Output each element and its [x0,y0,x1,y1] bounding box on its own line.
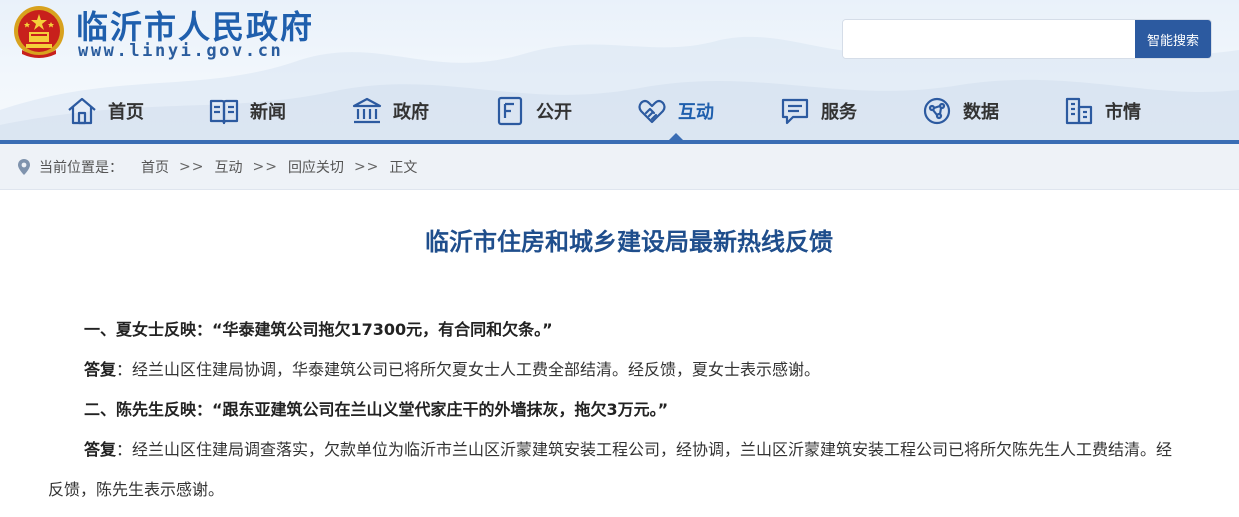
service-icon [781,98,809,125]
nav-item-home[interactable]: 首页 [66,88,144,134]
news-icon [209,99,239,125]
search-input[interactable] [843,20,1135,58]
nav-label: 市情 [1105,102,1141,123]
breadcrumb-item-interaction[interactable]: 互动 [214,157,242,177]
breadcrumb: 当前位置是： 首页 >> 互动 >> 回应关切 >> 正文 [0,144,1239,190]
breadcrumb-separator: >> [179,158,205,175]
nav-label: 数据 [963,102,999,123]
search-box: 智能搜索 [842,19,1212,59]
nav-label: 公开 [536,102,572,123]
national-emblem-icon [14,6,64,58]
breadcrumb-item-home[interactable]: 首页 [141,157,169,177]
breadcrumb-prefix: 当前位置是： [39,159,123,176]
breadcrumb-item-current: 正文 [389,159,418,176]
paragraph-text: ：经兰山区住建局调查落实，欠款单位为临沂市兰山区沂蒙建筑安装工程公司，经协调，兰… [48,440,1173,499]
main-nav: 首页 新闻 政府 公开 互动 服务 数据 市情 [0,88,1239,134]
home-icon [68,97,96,125]
nav-item-data[interactable]: 数据 [921,88,999,134]
breadcrumb-separator: >> [353,158,380,175]
city-icon [1065,97,1093,125]
nav-label: 互动 [678,102,714,123]
article-title: 临沂市住房和城乡建设局最新热线反馈 [425,228,833,256]
government-icon [352,97,382,124]
nav-item-city[interactable]: 市情 [1063,88,1141,134]
site-header: 临沂市人民政府 www.linyi.gov.cn 智能搜索 首页 新闻 政府 公… [0,0,1239,142]
article-paragraph: 答复：经兰山区住建局协调，华泰建筑公司已将所欠夏女士人工费全部结清。经反馈，夏女… [48,350,1178,390]
breadcrumb-item-response[interactable]: 回应关切 [288,157,344,177]
paragraph-bold-text: 一、夏女士反映：“华泰建筑公司拖欠17300元，有合同和欠条。” [84,320,553,339]
article-paragraph: 答复：经兰山区住建局调查落实，欠款单位为临沂市兰山区沂蒙建筑安装工程公司，经协调… [48,430,1178,510]
data-icon [923,97,951,125]
nav-item-disclosure[interactable]: 公开 [494,88,572,134]
paragraph-bold-text: 二、陈先生反映：“跟东亚建筑公司在兰山义堂代家庄干的外墙抹灰，拖欠3万元。” [84,400,669,419]
location-pin-icon [18,158,30,175]
nav-item-news[interactable]: 新闻 [208,88,286,134]
nav-item-interaction[interactable]: 互动 [636,88,714,134]
nav-label: 服务 [821,102,857,123]
paragraph-bold-text: 答复 [84,440,117,459]
breadcrumb-separator: >> [252,158,278,175]
nav-label: 新闻 [250,102,286,123]
paragraph-text: ：经兰山区住建局协调，华泰建筑公司已将所欠夏女士人工费全部结清。经反馈，夏女士表… [116,360,821,379]
handshake-icon [638,99,666,124]
nav-label: 政府 [393,102,429,123]
nav-item-government[interactable]: 政府 [351,88,429,134]
paragraph-bold-text: 答复 [84,360,117,379]
disclosure-icon [497,96,523,126]
smart-search-button[interactable]: 智能搜索 [1135,20,1211,58]
article-paragraph: 二、陈先生反映：“跟东亚建筑公司在兰山义堂代家庄干的外墙抹灰，拖欠3万元。” [48,390,1178,430]
nav-label: 首页 [108,102,144,123]
nav-item-service[interactable]: 服务 [779,88,857,134]
article-paragraph: 一、夏女士反映：“华泰建筑公司拖欠17300元，有合同和欠条。” [48,310,1178,350]
site-url[interactable]: www.linyi.gov.cn [78,41,283,61]
